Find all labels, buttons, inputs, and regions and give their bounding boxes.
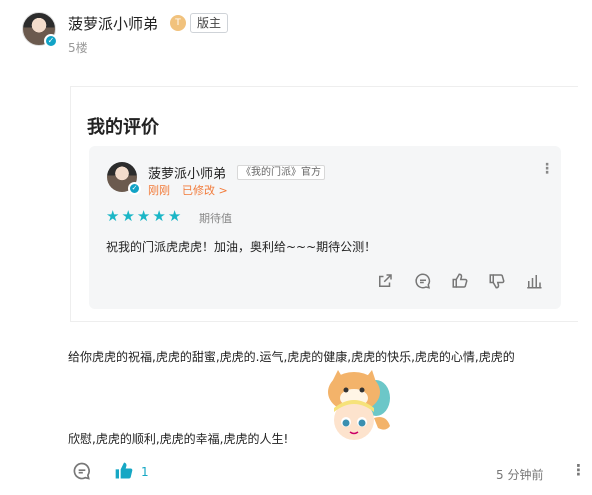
- star-icon: ★: [167, 207, 182, 225]
- review-author-tag: 《我的门派》官方: [237, 165, 325, 180]
- comment-time: 5 分钟前: [496, 468, 544, 482]
- comment-text-line-2: 欣慰,虎虎的顺利,虎虎的幸福,虎虎的人生!: [68, 432, 289, 446]
- chart-icon[interactable]: [525, 272, 543, 290]
- tiger-hat-sticker: [316, 368, 396, 448]
- review-title: 我的评价: [87, 117, 159, 138]
- level-badge-icon: T: [170, 15, 186, 31]
- rating-label: 期待值: [199, 212, 232, 225]
- share-icon[interactable]: [376, 272, 394, 290]
- star-icon: ★: [121, 207, 135, 225]
- comment-text-line-1: 给你虎虎的祝福,虎虎的甜蜜,虎虎的.运气,虎虎的健康,虎虎的快乐,虎虎的心情,虎…: [68, 350, 515, 364]
- verified-badge-icon: ✓: [128, 182, 141, 195]
- star-icon: ★: [136, 207, 151, 225]
- star-icon: ★: [152, 207, 166, 225]
- review-more-icon[interactable]: ⋮: [540, 161, 554, 177]
- username[interactable]: 菠萝派小师弟: [68, 13, 158, 34]
- comment-more-icon[interactable]: ⋮: [571, 461, 586, 479]
- dislike-icon[interactable]: [488, 272, 506, 290]
- floor-number: 5楼: [68, 41, 88, 55]
- review-author-name[interactable]: 菠萝派小师弟: [148, 163, 226, 182]
- rating-stars: ★ ★ ★ ★ ★: [106, 208, 181, 225]
- comment-icon[interactable]: [414, 272, 432, 290]
- verified-badge-icon: ✓: [44, 34, 58, 48]
- reply-icon[interactable]: [72, 461, 92, 481]
- user-avatar[interactable]: ✓: [22, 12, 58, 48]
- like-filled-icon[interactable]: [114, 461, 134, 481]
- review-edited-link[interactable]: 已修改 >: [182, 182, 228, 198]
- review-time: 刚刚: [148, 184, 170, 197]
- like-count: 1: [141, 465, 149, 479]
- role-tag: 版主: [190, 13, 229, 33]
- review-text: 祝我的门派虎虎虎！加油，奥利给~~~期待公测！: [106, 240, 377, 254]
- like-icon[interactable]: [451, 272, 469, 290]
- star-icon: ★: [106, 207, 120, 225]
- review-avatar[interactable]: ✓: [107, 162, 141, 195]
